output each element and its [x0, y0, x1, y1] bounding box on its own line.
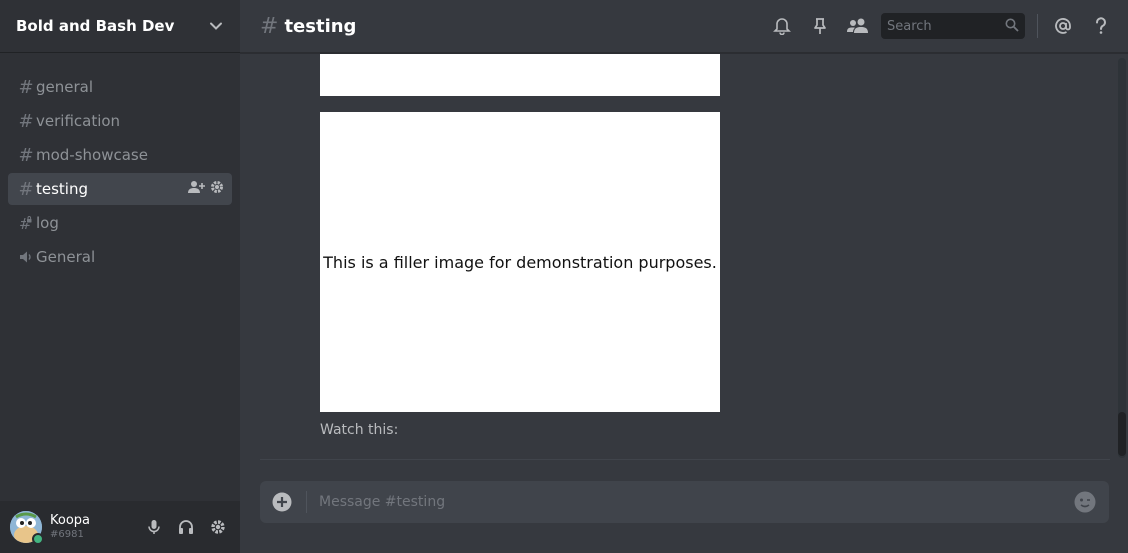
hash-icon: # — [18, 110, 34, 132]
scrollbar-thumb[interactable] — [1118, 412, 1126, 456]
channel-item-verification[interactable]: # verification — [8, 105, 232, 137]
speaker-icon — [16, 250, 36, 264]
message-composer — [260, 481, 1109, 523]
online-status-icon — [32, 533, 44, 545]
bell-icon[interactable] — [763, 11, 801, 41]
emoji-icon[interactable] — [1073, 490, 1097, 514]
user-controls — [140, 513, 232, 541]
composer-divider — [260, 459, 1110, 460]
pin-icon[interactable] — [801, 11, 839, 41]
message-text: Watch this: — [320, 422, 399, 438]
image-caption: This is a filler image for demonstration… — [323, 252, 717, 272]
user-discriminator: #6981 — [50, 528, 84, 540]
headphones-icon[interactable] — [172, 513, 200, 541]
message-list: This is a filler image for demonstration… — [240, 54, 1128, 460]
guild-header[interactable]: Bold and Bash Dev — [0, 0, 240, 53]
channel-name: testing — [36, 180, 89, 198]
hash-icon: # — [18, 144, 34, 166]
search-input[interactable] — [887, 18, 1005, 34]
message-image-previous[interactable] — [320, 54, 720, 96]
members-icon[interactable] — [839, 11, 877, 41]
microphone-icon[interactable] — [140, 513, 168, 541]
message-image[interactable]: This is a filler image for demonstration… — [320, 112, 720, 412]
channel-item-mod-showcase[interactable]: # mod-showcase — [8, 139, 232, 171]
hash-icon: # — [18, 178, 34, 200]
help-icon[interactable] — [1082, 11, 1120, 41]
channel-name: mod-showcase — [36, 146, 148, 164]
channel-item-log[interactable]: # log — [8, 207, 232, 239]
channel-item-testing[interactable]: # testing — [8, 173, 232, 205]
channel-sidebar: Bold and Bash Dev # general # verificati… — [0, 0, 240, 553]
channel-list: # general # verification # mod-showcase … — [8, 71, 232, 275]
channel-name: verification — [36, 112, 121, 130]
user-info: Koopa #6981 — [50, 513, 140, 540]
channel-title: testing — [284, 15, 357, 37]
attach-plus-icon[interactable] — [272, 492, 292, 512]
chat-header: # testing — [240, 0, 1128, 53]
message-input[interactable] — [319, 494, 1073, 510]
scrollbar-track[interactable] — [1118, 58, 1126, 458]
avatar[interactable] — [10, 511, 44, 545]
channel-item-general[interactable]: # general — [8, 71, 232, 103]
invite-user-icon[interactable] — [188, 180, 206, 198]
guild-name: Bold and Bash Dev — [16, 17, 175, 35]
user-panel: Koopa #6981 — [0, 501, 240, 553]
chevron-down-icon[interactable] — [208, 18, 224, 34]
channel-item-voice-general[interactable]: General — [8, 241, 232, 273]
hash-icon: # — [260, 13, 279, 39]
search-box[interactable] — [881, 13, 1025, 39]
channel-name: general — [36, 78, 94, 96]
gear-icon[interactable] — [210, 180, 224, 198]
user-settings-icon[interactable] — [204, 513, 232, 541]
channel-name: General — [36, 248, 96, 266]
search-icon[interactable] — [1005, 17, 1019, 36]
at-mention-icon[interactable] — [1044, 11, 1082, 41]
username: Koopa — [50, 513, 91, 529]
channel-name: log — [36, 214, 59, 232]
header-divider — [1037, 14, 1038, 38]
header-toolbar — [763, 11, 1120, 41]
composer-separator — [306, 491, 307, 513]
hash-icon: # — [18, 76, 34, 98]
locked-hash-icon: # — [16, 215, 36, 231]
